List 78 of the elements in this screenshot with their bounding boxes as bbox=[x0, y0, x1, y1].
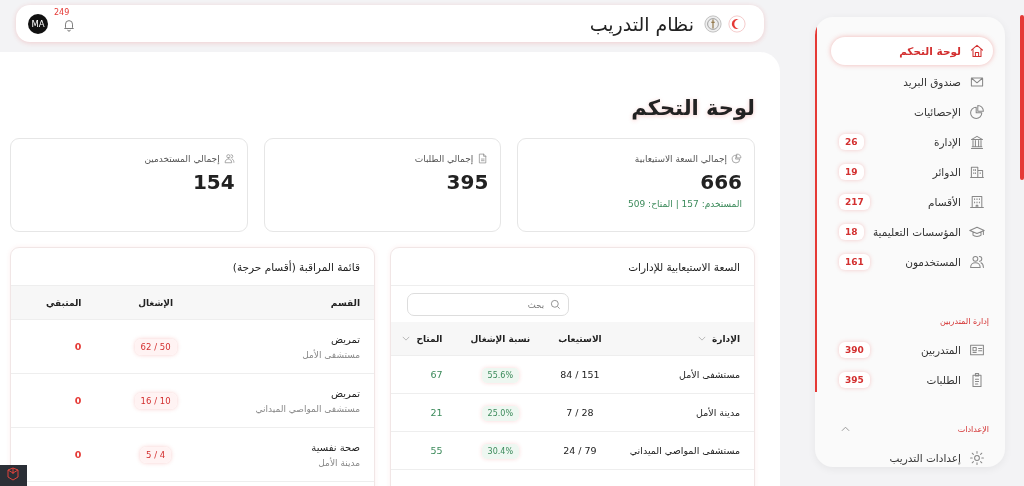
table-cell: 0 bbox=[74, 341, 82, 352]
sidebar-item[interactable]: لوحة التحكم bbox=[831, 37, 993, 65]
chevron-up-icon[interactable] bbox=[841, 426, 850, 432]
table-cell: 0 bbox=[74, 395, 82, 406]
table-cell: 151 / 84 bbox=[560, 369, 600, 380]
gear-icon bbox=[969, 450, 985, 466]
table-cell: مستشفى المواصي الميداني bbox=[629, 445, 740, 456]
stat-value: 154 bbox=[192, 170, 235, 194]
buildings-icon bbox=[969, 164, 985, 180]
section-heading: إدارة المتدربين bbox=[939, 316, 989, 326]
stat-label: إجمالي السعة الاستيعابية bbox=[634, 153, 727, 164]
bell-icon[interactable] bbox=[62, 17, 76, 32]
table-cell: مستشفى الأمل bbox=[679, 369, 740, 380]
envelope-icon bbox=[969, 74, 985, 90]
search-field[interactable]: بحث bbox=[407, 293, 569, 316]
stat-value: 666 bbox=[700, 170, 742, 194]
cube-logo-icon[interactable] bbox=[0, 465, 27, 486]
count-badge: 26 bbox=[839, 134, 864, 150]
pie-chart-icon bbox=[969, 104, 985, 120]
facility-name: مستشفى الأمل bbox=[301, 349, 360, 360]
sidebar-item[interactable]: صندوق البريد bbox=[831, 67, 993, 97]
facility-name: مدينة الأمل bbox=[317, 457, 360, 468]
occupancy-badge: 50 / 62 bbox=[134, 339, 177, 355]
stat-note: المستخدم: 157 | المتاح: 509 bbox=[628, 199, 742, 209]
column-header[interactable]: الإدارة bbox=[698, 333, 740, 344]
id-card-icon bbox=[969, 342, 985, 358]
table-cell: 21 bbox=[430, 407, 443, 418]
app-title: نظام التدريب bbox=[589, 12, 694, 35]
table-cell: 0 bbox=[74, 449, 82, 460]
table-cell: مدينة الأمل bbox=[695, 407, 740, 418]
search-icon bbox=[550, 298, 561, 310]
count-badge: 217 bbox=[839, 194, 870, 210]
sidebar-item[interactable]: إعدادات التدريب bbox=[831, 443, 993, 467]
count-badge: 390 bbox=[839, 342, 870, 358]
pie-chart-icon bbox=[731, 153, 742, 164]
table-cell: 79 / 24 bbox=[563, 445, 597, 456]
rate-badge: 25.0% bbox=[481, 406, 520, 421]
bank-icon bbox=[969, 134, 985, 150]
sort-icon bbox=[698, 336, 706, 341]
page-title: لوحة التحكم bbox=[630, 96, 755, 120]
sort-icon bbox=[402, 336, 411, 341]
rate-badge: 30.4% bbox=[481, 444, 520, 459]
document-icon bbox=[477, 153, 489, 164]
count-badge: 161 bbox=[839, 254, 870, 270]
column-header: الاستيعاب bbox=[558, 333, 602, 344]
section-name: صحة نفسية bbox=[310, 441, 360, 453]
section-name: تمريض bbox=[329, 387, 360, 399]
crescent-logo-icon bbox=[728, 14, 746, 33]
user-avatar[interactable]: MA bbox=[28, 13, 48, 34]
section-heading: الإعدادات bbox=[957, 424, 989, 434]
table-cell: 55 bbox=[430, 445, 443, 456]
stat-value: 395 bbox=[446, 170, 489, 194]
sidebar-item[interactable]: الإحصائيات bbox=[831, 97, 993, 127]
section-name: تمريض bbox=[329, 333, 360, 345]
count-badge: 19 bbox=[839, 164, 864, 180]
occupancy-badge: 4 / 5 bbox=[140, 447, 172, 463]
table-cell: 67 bbox=[430, 369, 443, 380]
facility-name: مستشفى المواصي الميداني bbox=[254, 403, 360, 414]
column-header: الإشغال bbox=[138, 297, 174, 308]
notification-count: 249 bbox=[54, 7, 70, 17]
graduation-cap-icon bbox=[969, 224, 985, 240]
stat-label: إجمالي الطلبات bbox=[414, 153, 474, 164]
emblem-logo-icon bbox=[704, 14, 722, 33]
column-header: نسبة الإشغال bbox=[470, 333, 531, 344]
rate-badge: 55.6% bbox=[481, 368, 520, 383]
column-header: المتبقي bbox=[45, 297, 82, 308]
count-badge: 18 bbox=[839, 224, 864, 240]
occupancy-badge: 10 / 16 bbox=[134, 393, 177, 409]
table-cell: 28 / 7 bbox=[566, 407, 594, 418]
stat-label: إجمالي المستخدمين bbox=[144, 153, 220, 164]
count-badge: 395 bbox=[839, 372, 870, 388]
building-icon bbox=[969, 194, 985, 210]
users-icon bbox=[223, 153, 235, 164]
house-icon bbox=[969, 43, 985, 59]
card-title: السعة الاستيعابية للإدارات bbox=[391, 248, 754, 286]
column-header: القسم bbox=[330, 297, 360, 308]
clipboard-icon bbox=[969, 372, 985, 388]
users-icon bbox=[969, 254, 985, 270]
